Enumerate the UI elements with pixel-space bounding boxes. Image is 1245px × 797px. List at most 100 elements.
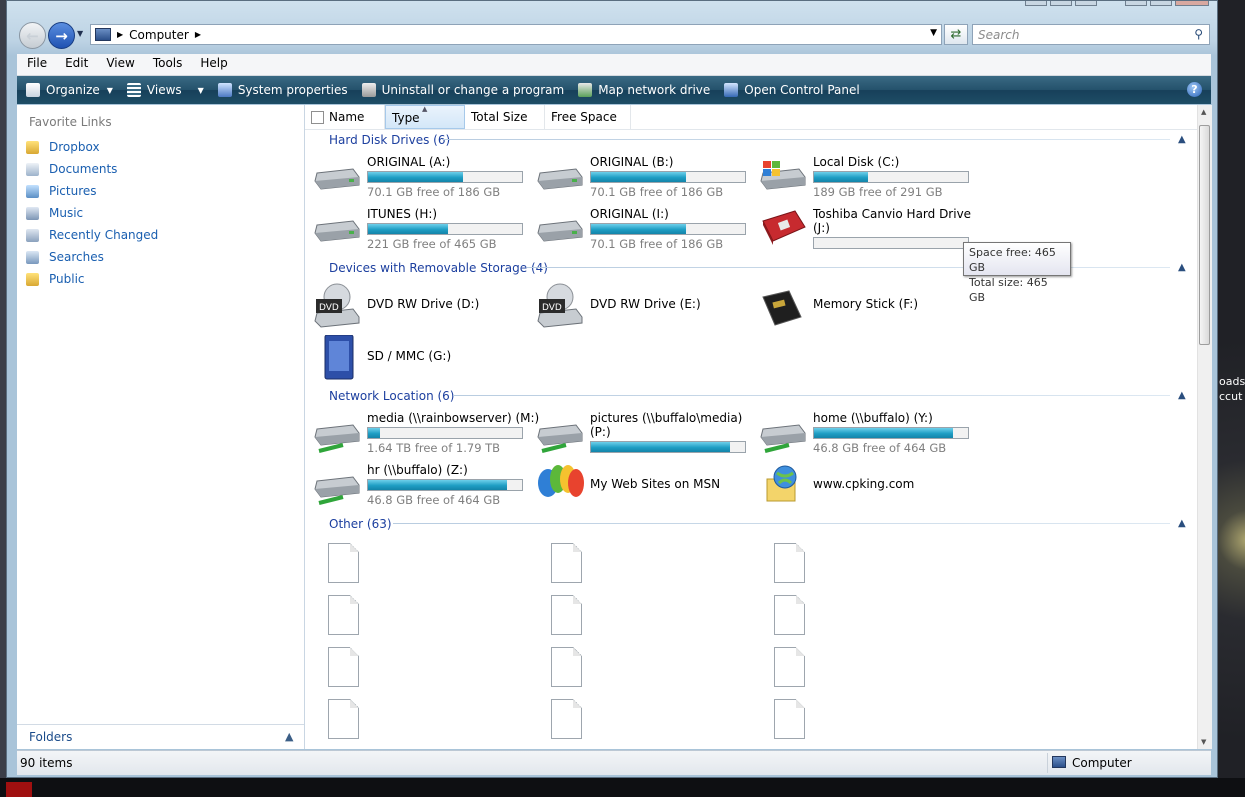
group-other[interactable]: Other (63) bbox=[329, 517, 392, 531]
organize-label: Organize bbox=[46, 83, 100, 97]
menu-view[interactable]: View bbox=[96, 54, 142, 75]
group-removable-storage[interactable]: Devices with Removable Storage (4) bbox=[329, 261, 548, 275]
back-button[interactable]: ← bbox=[19, 22, 46, 49]
network-drive-icon bbox=[760, 424, 806, 453]
menu-edit[interactable]: Edit bbox=[55, 54, 96, 75]
tooltip-total-size: Total size: 465 GB bbox=[969, 276, 1048, 304]
address-dropdown-icon[interactable]: ▼ bbox=[930, 28, 937, 38]
col-free-space[interactable]: Free Space bbox=[545, 105, 631, 129]
ctrl-3[interactable] bbox=[1150, 1, 1172, 6]
explorer-window: ← → ▼ ▶ Computer ▶ ▼ ⇄ Search ⚲ File Edi… bbox=[6, 0, 1218, 778]
map-drive-button[interactable]: Map network drive bbox=[578, 83, 710, 97]
folders-label: Folders bbox=[29, 730, 73, 744]
usage-fill bbox=[814, 428, 953, 438]
taskbar-app-icon[interactable] bbox=[6, 782, 32, 797]
desktop-shortcut-label[interactable]: oads ccut bbox=[1219, 374, 1245, 404]
desktop-label-line1: oads bbox=[1219, 375, 1245, 388]
file-icon[interactable] bbox=[551, 647, 582, 687]
col-name[interactable]: Name bbox=[305, 105, 385, 129]
breadcrumb-computer[interactable]: Computer bbox=[129, 28, 189, 42]
close-button-left[interactable] bbox=[1075, 1, 1097, 6]
recent-pages-dropdown[interactable]: ▼ bbox=[77, 29, 83, 38]
usage-fill bbox=[591, 172, 687, 182]
taskbar bbox=[0, 778, 1245, 797]
scroll-up-icon[interactable]: ▲ bbox=[1201, 108, 1206, 116]
select-all-checkbox[interactable] bbox=[311, 111, 324, 124]
file-icon[interactable] bbox=[551, 543, 582, 583]
file-icon[interactable] bbox=[328, 699, 359, 739]
usage-fill bbox=[591, 224, 687, 234]
file-icon[interactable] bbox=[328, 647, 359, 687]
col-type[interactable]: Type ▲ bbox=[385, 105, 465, 129]
chevron-up-icon[interactable]: ▲ bbox=[1178, 262, 1186, 273]
ctrl-2[interactable] bbox=[1125, 1, 1147, 6]
drive-label: ITUNES (H:) bbox=[367, 207, 438, 221]
address-bar[interactable]: ▶ Computer ▶ ▼ bbox=[90, 24, 942, 45]
file-icon[interactable] bbox=[328, 595, 359, 635]
control-panel-label: Open Control Panel bbox=[744, 83, 860, 97]
scroll-down-icon[interactable]: ▼ bbox=[1201, 738, 1206, 746]
breadcrumb-arrow-icon[interactable]: ▶ bbox=[195, 30, 201, 39]
folders-toggle[interactable]: Folders ▲ bbox=[17, 724, 304, 749]
scroll-thumb[interactable] bbox=[1199, 125, 1210, 345]
file-icon[interactable] bbox=[774, 699, 805, 739]
help-icon[interactable]: ? bbox=[1187, 82, 1202, 97]
usage-bar bbox=[813, 427, 969, 439]
pictures-icon bbox=[26, 184, 39, 198]
group-network-location[interactable]: Network Location (6) bbox=[329, 389, 454, 403]
sort-arrow-icon: ▲ bbox=[422, 105, 428, 113]
chevron-up-icon[interactable]: ▲ bbox=[1178, 390, 1186, 401]
uninstall-icon bbox=[361, 83, 376, 97]
forward-button[interactable]: → bbox=[48, 22, 75, 49]
uninstall-button[interactable]: Uninstall or change a program bbox=[361, 83, 564, 97]
search-input[interactable]: Search ⚲ bbox=[972, 24, 1210, 45]
usage-bar bbox=[367, 479, 523, 491]
views-label: Views bbox=[146, 83, 182, 97]
menu-file[interactable]: File bbox=[17, 54, 55, 75]
fav-label: Dropbox bbox=[49, 140, 100, 154]
control-panel-button[interactable]: Open Control Panel bbox=[724, 83, 860, 97]
column-header: Name Type ▲ Total Size Free Space bbox=[305, 105, 1197, 130]
fav-documents[interactable]: Documents bbox=[26, 162, 117, 176]
fav-music[interactable]: Music bbox=[26, 206, 83, 220]
col-total-size[interactable]: Total Size bbox=[465, 105, 545, 129]
breadcrumb-arrow-icon[interactable]: ▶ bbox=[117, 30, 123, 39]
maximize-button[interactable] bbox=[1050, 1, 1072, 6]
memory-stick-icon bbox=[762, 290, 802, 326]
hard-drive-icon bbox=[537, 220, 583, 242]
minimize-button[interactable] bbox=[1025, 1, 1047, 6]
vertical-scrollbar[interactable]: ▲ ▼ bbox=[1197, 105, 1212, 749]
fav-dropbox[interactable]: Dropbox bbox=[26, 140, 100, 154]
refresh-button[interactable]: ⇄ bbox=[944, 24, 968, 45]
menu-bar: File Edit View Tools Help bbox=[17, 54, 1211, 76]
fav-searches[interactable]: Searches bbox=[26, 250, 104, 264]
usage-fill bbox=[814, 172, 868, 182]
group-hard-disk-drives[interactable]: Hard Disk Drives (6) bbox=[329, 133, 450, 147]
usage-fill bbox=[591, 442, 730, 452]
file-icon[interactable] bbox=[328, 543, 359, 583]
close-button[interactable] bbox=[1175, 1, 1209, 6]
file-icon[interactable] bbox=[774, 543, 805, 583]
system-properties-button[interactable]: System properties bbox=[217, 83, 348, 97]
file-icon[interactable] bbox=[551, 699, 582, 739]
usage-bar bbox=[590, 441, 746, 453]
file-icon[interactable] bbox=[774, 647, 805, 687]
item-count: 90 items bbox=[20, 756, 73, 770]
fav-recently-changed[interactable]: Recently Changed bbox=[26, 228, 158, 242]
navigation-pane: Favorite Links Dropbox Documents Picture… bbox=[17, 105, 305, 749]
file-icon[interactable] bbox=[774, 595, 805, 635]
fav-public[interactable]: Public bbox=[26, 272, 85, 286]
fav-pictures[interactable]: Pictures bbox=[26, 184, 97, 198]
search-icon[interactable]: ⚲ bbox=[1194, 27, 1203, 41]
chevron-up-icon[interactable]: ▲ bbox=[1178, 518, 1186, 529]
menu-help[interactable]: Help bbox=[190, 54, 235, 75]
chevron-up-icon[interactable]: ▲ bbox=[1178, 134, 1186, 145]
col-type-label: Type bbox=[392, 111, 420, 125]
dvd-drive-icon: DVD bbox=[314, 283, 360, 328]
map-drive-icon bbox=[578, 83, 593, 97]
file-icon[interactable] bbox=[551, 595, 582, 635]
drive-label: home (\\buffalo) (Y:) bbox=[813, 411, 933, 425]
organize-button[interactable]: Organize ▼ bbox=[26, 83, 113, 97]
menu-tools[interactable]: Tools bbox=[143, 54, 191, 75]
views-button[interactable]: Views ▼ bbox=[126, 83, 204, 97]
